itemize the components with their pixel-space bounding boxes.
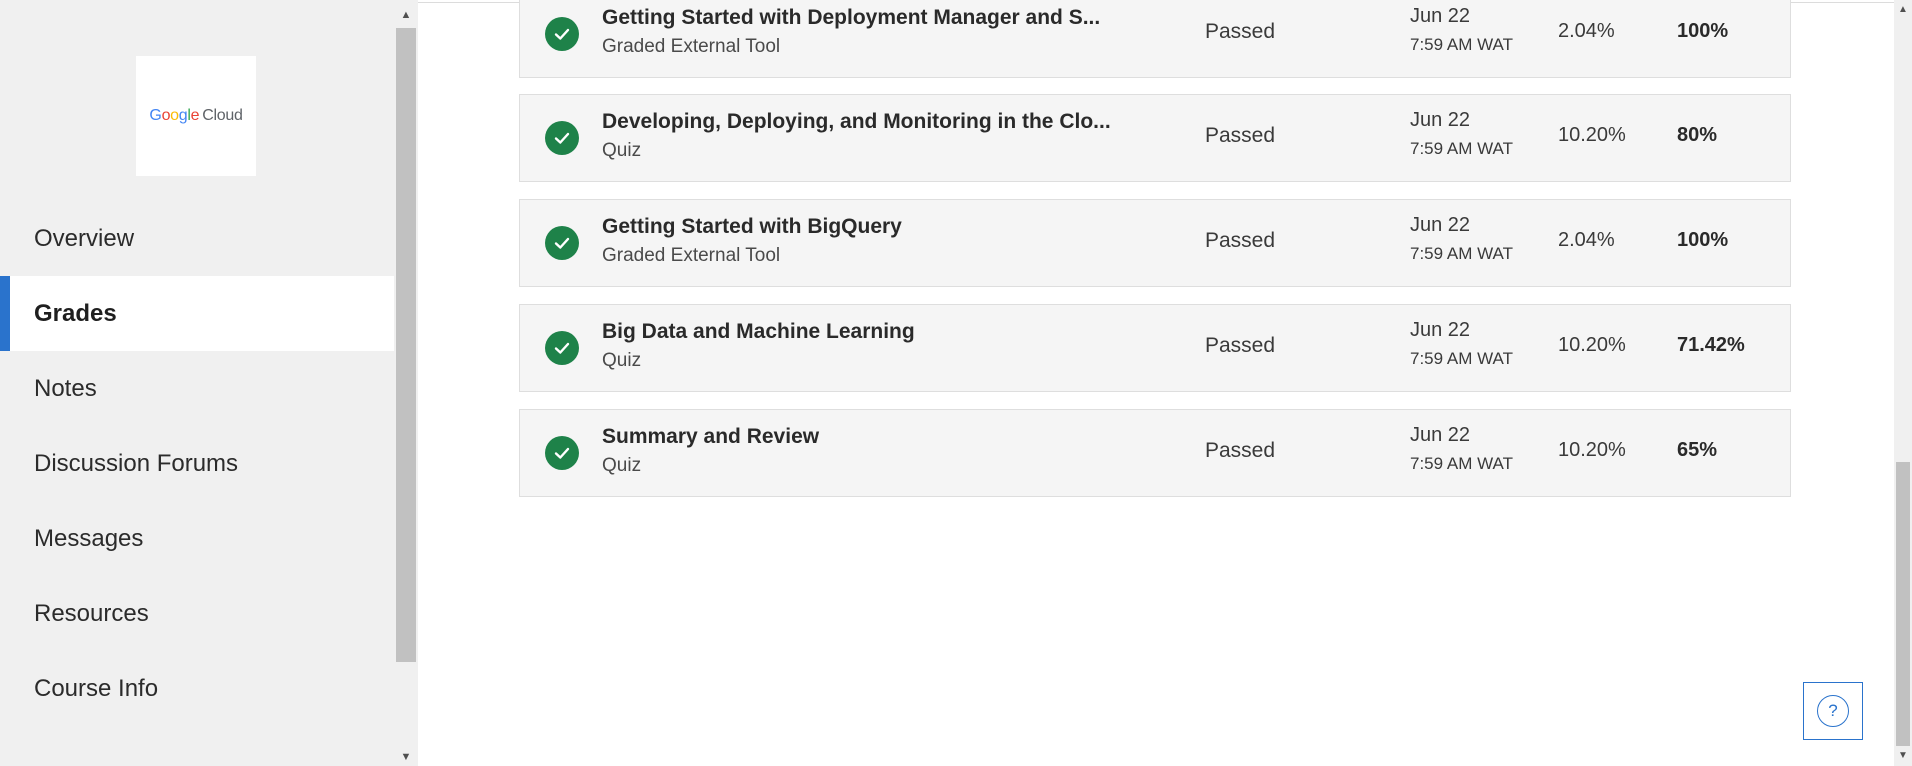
- passed-check-icon: [545, 121, 579, 155]
- sidebar-item-grades[interactable]: Grades: [0, 276, 394, 351]
- item-grade: 80%: [1677, 124, 1718, 146]
- item-type: Quiz: [602, 350, 642, 371]
- item-title[interactable]: Summary and Review: [602, 425, 1132, 449]
- item-due-date: Jun 22: [1410, 319, 1471, 341]
- main-scroll-down-icon[interactable]: ▼: [1894, 748, 1912, 764]
- item-grade: 65%: [1677, 439, 1718, 461]
- item-type: Graded External Tool: [602, 245, 781, 266]
- passed-check-icon: [545, 436, 579, 470]
- passed-check-icon: [545, 17, 579, 51]
- main-scrollbar-thumb[interactable]: [1896, 462, 1910, 746]
- item-grade: 100%: [1677, 20, 1729, 42]
- sidebar-item-label: Grades: [34, 299, 117, 327]
- item-status: Passed: [1205, 124, 1276, 147]
- google-cloud-logo-text: Google Cloud: [149, 107, 243, 124]
- sidebar-scroll-down-icon[interactable]: ▼: [396, 748, 416, 766]
- item-weight: 10.20%: [1558, 124, 1626, 146]
- sidebar-scrollbar-thumb[interactable]: [396, 28, 416, 662]
- grade-row[interactable]: Getting Started with Deployment Manager …: [519, 0, 1791, 78]
- item-due-date: Jun 22: [1410, 5, 1471, 27]
- sidebar-item-overview[interactable]: Overview: [0, 201, 394, 276]
- item-type: Graded External Tool: [602, 36, 781, 57]
- sidebar-item-label: Notes: [34, 374, 97, 402]
- item-type: Quiz: [602, 455, 642, 476]
- item-due-date: Jun 22: [1410, 424, 1471, 446]
- item-status: Passed: [1205, 20, 1276, 43]
- grade-row[interactable]: Big Data and Machine Learning Quiz Passe…: [519, 304, 1791, 392]
- item-title[interactable]: Big Data and Machine Learning: [602, 320, 1132, 344]
- main-scroll-up-icon[interactable]: ▲: [1894, 2, 1912, 18]
- passed-check-icon: [545, 226, 579, 260]
- sidebar-item-label: Discussion Forums: [34, 449, 239, 477]
- item-type: Quiz: [602, 140, 642, 161]
- item-status: Passed: [1205, 229, 1276, 252]
- item-due-time: 7:59 AM WAT: [1410, 139, 1513, 158]
- item-title[interactable]: Developing, Deploying, and Monitoring in…: [602, 110, 1132, 134]
- item-grade: 71.42%: [1677, 334, 1745, 356]
- item-status: Passed: [1205, 439, 1276, 462]
- item-due-time: 7:59 AM WAT: [1410, 244, 1513, 263]
- item-title[interactable]: Getting Started with BigQuery: [602, 215, 1132, 239]
- item-due-time: 7:59 AM WAT: [1410, 349, 1513, 368]
- sidebar-item-label: Resources: [34, 599, 149, 627]
- grade-row[interactable]: Getting Started with BigQuery Graded Ext…: [519, 199, 1791, 287]
- sidebar-item-discussion-forums[interactable]: Discussion Forums: [0, 426, 394, 501]
- question-mark-icon: ?: [1817, 695, 1849, 727]
- item-grade: 100%: [1677, 229, 1729, 251]
- grades-main: Getting Started with Deployment Manager …: [418, 0, 1894, 766]
- sidebar-item-resources[interactable]: Resources: [0, 576, 394, 651]
- sidebar-item-messages[interactable]: Messages: [0, 501, 394, 576]
- sidebar-item-label: Overview: [34, 224, 135, 252]
- sidebar-scroll-up-icon[interactable]: ▲: [396, 6, 416, 24]
- item-status: Passed: [1205, 334, 1276, 357]
- item-weight: 2.04%: [1558, 20, 1615, 42]
- item-weight: 10.20%: [1558, 439, 1626, 461]
- item-due-date: Jun 22: [1410, 109, 1471, 131]
- item-due-time: 7:59 AM WAT: [1410, 35, 1513, 54]
- grade-row[interactable]: Summary and Review Quiz Passed Jun 22 7:…: [519, 409, 1791, 497]
- grade-row[interactable]: Developing, Deploying, and Monitoring in…: [519, 94, 1791, 182]
- item-weight: 10.20%: [1558, 334, 1626, 356]
- item-due-time: 7:59 AM WAT: [1410, 454, 1513, 473]
- sidebar-item-label: Course Info: [34, 674, 159, 702]
- item-weight: 2.04%: [1558, 229, 1615, 251]
- sidebar-item-notes[interactable]: Notes: [0, 351, 394, 426]
- help-button[interactable]: ?: [1803, 682, 1863, 740]
- item-title[interactable]: Getting Started with Deployment Manager …: [602, 6, 1132, 30]
- sidebar-item-course-info[interactable]: Course Info: [0, 651, 394, 726]
- sidebar: Google Cloud Overview Grades Notes Discus…: [0, 0, 394, 766]
- google-cloud-logo[interactable]: Google Cloud: [136, 56, 256, 176]
- app-window: Google Cloud Overview Grades Notes Discus…: [0, 0, 1912, 766]
- sidebar-nav: Overview Grades Notes Discussion Forums …: [0, 201, 394, 726]
- sidebar-item-label: Messages: [34, 524, 144, 552]
- item-due-date: Jun 22: [1410, 214, 1471, 236]
- passed-check-icon: [545, 331, 579, 365]
